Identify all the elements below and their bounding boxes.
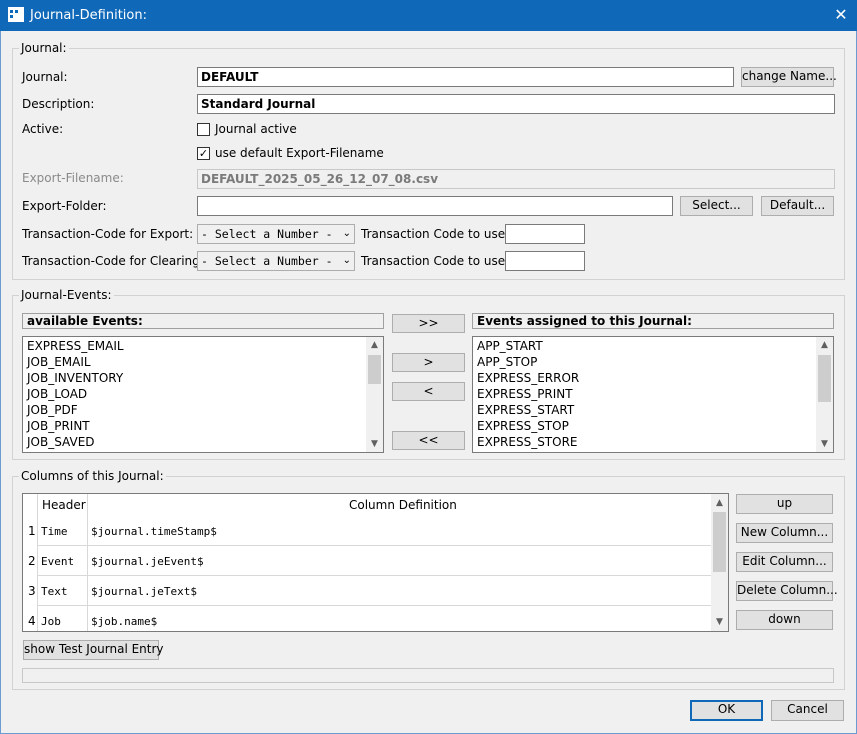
ok-button[interactable]: OK <box>690 700 763 721</box>
available-scrollbar[interactable]: ▲ ▼ <box>366 337 383 452</box>
row-number: 2 <box>28 554 36 568</box>
row-definition: $job.name$ <box>91 615 158 628</box>
list-item[interactable]: JOB_INVENTORY <box>27 370 123 386</box>
show-test-journal-entry-button[interactable]: show Test Journal Entry <box>23 640 164 660</box>
row-definition: $journal.jeText$ <box>91 585 197 598</box>
list-item[interactable]: APP_START <box>477 338 543 354</box>
app-icon <box>8 7 24 22</box>
default-folder-button[interactable]: Default... <box>761 196 834 216</box>
list-item[interactable]: APP_STOP <box>477 354 537 370</box>
available-events-header: available Events: <box>22 313 384 329</box>
assigned-scrollbar[interactable]: ▲ ▼ <box>816 337 833 452</box>
scroll-down-icon[interactable]: ▼ <box>816 436 833 452</box>
columns-table[interactable]: Header Column Definition 1 Time $journal… <box>22 493 729 632</box>
row-definition: $journal.jeEvent$ <box>91 555 204 568</box>
row-number: 4 <box>28 614 36 628</box>
scroll-up-icon[interactable]: ▲ <box>816 337 833 353</box>
definition-column-title: Column Definition <box>349 498 457 512</box>
use-default-export-label: use default Export-Filename <box>215 146 384 160</box>
list-item[interactable]: JOB_PDF <box>27 402 78 418</box>
scroll-down-icon[interactable]: ▼ <box>711 614 728 630</box>
scroll-up-icon[interactable]: ▲ <box>711 495 728 511</box>
list-item[interactable]: EXPRESS_EMAIL <box>27 338 124 354</box>
list-item[interactable]: EXPRESS_STOP <box>477 418 569 434</box>
table-scrollbar[interactable]: ▲ ▼ <box>711 494 728 631</box>
columns-group-label: Columns of this Journal: <box>19 469 166 483</box>
tc-export-use-label: Transaction Code to use: <box>361 227 510 241</box>
journal-group-label: Journal: <box>19 41 69 55</box>
window-title: Journal-Definition: <box>30 8 147 23</box>
export-filename-field: DEFAULT_2025_05_26_12_07_08.csv <box>197 169 835 189</box>
tc-clearing-use-label: Transaction Code to use: <box>361 254 510 268</box>
list-item[interactable]: EXPRESS_PRINT <box>477 386 573 402</box>
row-header: Text <box>41 585 68 598</box>
export-folder-label: Export-Folder: <box>22 199 107 213</box>
table-row[interactable]: 3 Text $journal.jeText$ <box>23 576 711 606</box>
row-number: 1 <box>28 524 36 538</box>
chevron-down-icon: ⌄ <box>342 255 351 266</box>
row-definition: $journal.timeStamp$ <box>91 525 217 538</box>
scroll-down-icon[interactable]: ▼ <box>366 436 383 452</box>
table-row[interactable]: 1 Time $journal.timeStamp$ <box>23 516 711 546</box>
tc-export-select[interactable]: - Select a Number - ⌄ <box>197 224 355 244</box>
export-filename-label: Export-Filename: <box>22 171 124 185</box>
new-column-button[interactable]: New Column... <box>736 523 833 543</box>
row-header: Time <box>41 525 68 538</box>
edit-column-button[interactable]: Edit Column... <box>736 552 833 572</box>
change-name-button[interactable]: change Name... <box>741 67 837 87</box>
journal-active-checkbox[interactable] <box>197 123 210 136</box>
remove-event-button[interactable]: < <box>392 382 465 401</box>
available-events-list[interactable]: EXPRESS_EMAIL JOB_EMAIL JOB_INVENTORY JO… <box>22 336 384 453</box>
list-item[interactable]: EXPRESS_START <box>477 402 574 418</box>
cancel-button[interactable]: Cancel <box>771 700 844 721</box>
title-bar: Journal-Definition: ✕ <box>0 0 857 31</box>
active-label: Active: <box>22 122 64 136</box>
table-row[interactable]: 4 Job $job.name$ <box>23 606 711 631</box>
assigned-events-list[interactable]: APP_START APP_STOP EXPRESS_ERROR EXPRESS… <box>472 336 834 453</box>
table-row[interactable]: 2 Event $journal.jeEvent$ <box>23 546 711 576</box>
list-item[interactable]: JOB_PRINT <box>27 418 90 434</box>
test-entry-status-field <box>22 668 834 683</box>
journal-name-field[interactable]: DEFAULT <box>197 67 734 87</box>
tc-clearing-use-field[interactable] <box>505 251 585 271</box>
row-header: Event <box>41 555 75 568</box>
row-header: Job <box>41 615 61 628</box>
add-event-button[interactable]: > <box>392 353 465 372</box>
row-number: 3 <box>28 584 36 598</box>
move-up-button[interactable]: up <box>736 494 833 514</box>
description-field[interactable]: Standard Journal <box>197 94 835 114</box>
add-all-events-button[interactable]: >> <box>392 314 465 333</box>
scroll-thumb[interactable] <box>818 355 831 402</box>
tc-export-select-value: - Select a Number - <box>201 227 333 241</box>
assigned-events-header: Events assigned to this Journal: <box>472 313 834 329</box>
tc-export-use-field[interactable] <box>505 224 585 244</box>
close-icon[interactable]: ✕ <box>830 4 852 26</box>
events-group-label: Journal-Events: <box>19 288 114 302</box>
list-item[interactable]: JOB_EMAIL <box>27 354 91 370</box>
select-folder-button[interactable]: Select... <box>680 196 753 216</box>
list-item[interactable]: EXPRESS_STORE <box>477 434 578 450</box>
list-item[interactable]: JOB_LOAD <box>27 386 87 402</box>
scroll-thumb[interactable] <box>368 355 381 384</box>
scroll-up-icon[interactable]: ▲ <box>366 337 383 353</box>
remove-all-events-button[interactable]: << <box>392 431 465 450</box>
tc-clearing-select[interactable]: - Select a Number - ⌄ <box>197 251 355 271</box>
move-down-button[interactable]: down <box>736 610 833 630</box>
use-default-export-checkbox[interactable]: ✓ <box>197 147 210 160</box>
tc-clearing-select-value: - Select a Number - <box>201 254 333 268</box>
description-label: Description: <box>22 97 95 111</box>
list-item[interactable]: EXPRESS_ERROR <box>477 370 579 386</box>
scroll-thumb[interactable] <box>713 512 726 572</box>
export-folder-field[interactable] <box>197 196 673 216</box>
delete-column-button[interactable]: Delete Column... <box>736 581 838 601</box>
tc-export-label: Transaction-Code for Export: <box>22 227 194 241</box>
tc-clearing-label: Transaction-Code for Clearing: <box>22 254 204 268</box>
journal-active-label: Journal active <box>215 122 297 136</box>
journal-label: Journal: <box>22 70 68 84</box>
chevron-down-icon: ⌄ <box>342 228 351 239</box>
list-item[interactable]: JOB_SAVED <box>27 434 95 450</box>
header-column-title: Header <box>42 498 86 512</box>
